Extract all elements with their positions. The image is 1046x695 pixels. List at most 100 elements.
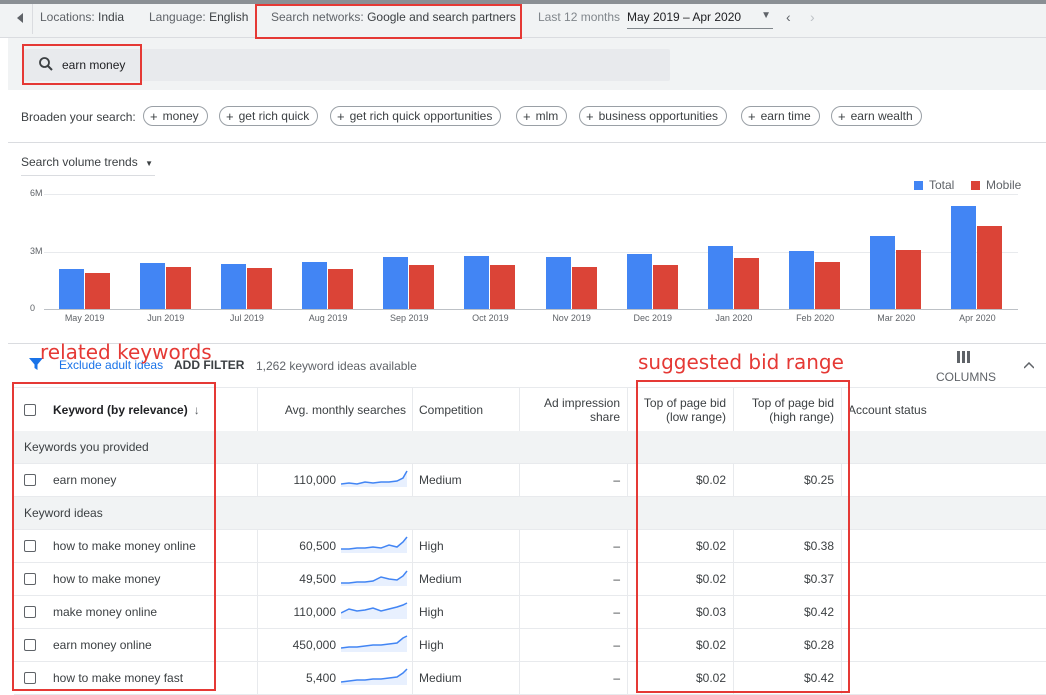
legend-swatch	[971, 180, 980, 190]
plus-icon: +	[748, 108, 756, 124]
avg-searches-cell: 110,000	[293, 473, 337, 487]
divider	[257, 596, 258, 628]
chip-label: mlm	[535, 109, 559, 123]
divider	[627, 629, 628, 661]
competition-cell: Medium	[419, 572, 462, 586]
locations-filter[interactable]: Locations: India	[40, 10, 124, 24]
divider	[412, 530, 413, 562]
divider	[627, 596, 628, 628]
caret-down-icon: ▼	[145, 159, 153, 168]
divider	[257, 464, 258, 496]
divider	[412, 662, 413, 694]
chevron-left-icon[interactable]	[10, 8, 30, 28]
impression-share-cell: –	[613, 572, 620, 586]
broaden-chip[interactable]: + get rich quick	[219, 106, 319, 126]
divider	[519, 629, 520, 661]
broaden-chip[interactable]: + earn time	[741, 106, 820, 126]
divider	[519, 464, 520, 496]
plus-icon: +	[226, 108, 234, 124]
columns-icon[interactable]	[957, 351, 971, 363]
annotation-box	[255, 4, 522, 39]
chip-label: earn time	[760, 109, 811, 123]
locations-label: Locations:	[40, 10, 95, 24]
plus-icon: +	[838, 108, 846, 124]
chip-label: money	[162, 109, 199, 123]
broaden-chip[interactable]: + money	[143, 106, 208, 126]
period-label: Last 12 months	[538, 10, 621, 24]
legend-swatch	[914, 180, 923, 190]
broaden-chip[interactable]: + business opportunities	[579, 106, 728, 126]
divider	[412, 464, 413, 496]
caret-down-icon: ▼	[761, 10, 771, 21]
plus-icon: +	[523, 108, 531, 124]
impression-header-label: share	[589, 409, 620, 424]
divider	[412, 596, 413, 628]
language-label: Language:	[149, 10, 206, 24]
date-range-value: May 2019 – Apr 2020	[627, 10, 742, 24]
locations-value: India	[98, 10, 125, 24]
annotation-box	[636, 380, 850, 693]
trend-sparkline	[341, 470, 408, 487]
avg-searches-cell: 450,000	[292, 638, 336, 652]
trend-sparkline	[341, 635, 408, 652]
impression-share-cell: –	[613, 539, 620, 553]
trend-select[interactable]: Search volume trends ▼	[21, 155, 153, 169]
annotation-box	[22, 44, 142, 85]
broaden-chip[interactable]: + mlm	[516, 106, 568, 126]
divider	[257, 563, 258, 595]
legend-mobile: Mobile	[971, 178, 1021, 192]
divider	[627, 662, 628, 694]
language-filter[interactable]: Language: English	[149, 10, 248, 24]
competition-header[interactable]: Competition	[419, 388, 519, 431]
competition-header-label: Competition	[419, 402, 484, 417]
divider	[257, 629, 258, 661]
next-period-icon[interactable]: ›	[810, 9, 815, 25]
impression-share-header[interactable]: Ad impression share	[519, 388, 620, 431]
divider	[627, 530, 628, 562]
competition-cell: High	[419, 638, 444, 652]
divider	[257, 662, 258, 694]
previous-period-icon[interactable]: ‹	[786, 9, 791, 25]
chip-label: get rich quick	[238, 109, 310, 123]
divider	[627, 563, 628, 595]
competition-cell: High	[419, 539, 444, 553]
trend-sparkline	[341, 570, 408, 586]
avg-searches-cell: 5,400	[305, 671, 336, 685]
divider	[412, 563, 413, 595]
divider	[519, 530, 520, 562]
language-value: English	[209, 10, 249, 24]
annotation-related-keywords: related keywords	[40, 340, 212, 364]
trend-chart-section	[8, 143, 1046, 343]
chevron-up-icon[interactable]	[1023, 358, 1035, 372]
annotation-box	[12, 382, 216, 691]
chip-label: business opportunities	[598, 109, 719, 123]
avg-searches-header[interactable]: Avg. monthly searches	[257, 388, 406, 431]
competition-cell: Medium	[419, 671, 462, 685]
broaden-label: Broaden your search:	[21, 110, 136, 124]
plus-icon: +	[586, 108, 594, 124]
divider	[32, 4, 33, 34]
broaden-chip[interactable]: + earn wealth	[831, 106, 922, 126]
divider	[519, 596, 520, 628]
plus-icon: +	[150, 108, 158, 124]
divider	[257, 530, 258, 562]
date-range-select[interactable]: May 2019 – Apr 2020 ▼	[627, 10, 773, 29]
account-status-header[interactable]: Account status	[848, 388, 998, 431]
status-header-label: Account status	[848, 402, 927, 417]
columns-button[interactable]: COLUMNS	[936, 370, 996, 384]
impression-share-cell: –	[613, 671, 620, 685]
legend-total: Total	[914, 178, 954, 192]
divider	[21, 175, 155, 176]
competition-cell: High	[419, 605, 444, 619]
divider	[519, 662, 520, 694]
divider	[627, 464, 628, 496]
divider	[519, 563, 520, 595]
trend-sparkline	[341, 668, 408, 685]
avg-searches-cell: 60,500	[299, 539, 336, 553]
impression-share-cell: –	[613, 638, 620, 652]
trend-select-label: Search volume trends	[21, 155, 138, 169]
divider	[412, 388, 413, 431]
chip-label: earn wealth	[850, 109, 913, 123]
chip-label: get rich quick opportunities	[349, 109, 493, 123]
broaden-chip[interactable]: + get rich quick opportunities	[330, 106, 502, 126]
